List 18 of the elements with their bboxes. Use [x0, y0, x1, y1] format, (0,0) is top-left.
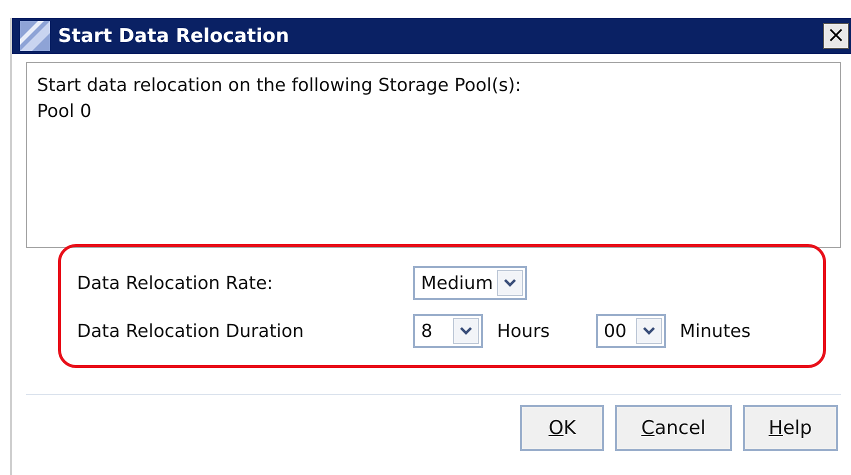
- chevron-down-icon: [642, 326, 655, 336]
- dialog-button[interactable]: OK: [520, 405, 604, 451]
- chevron-down-icon: [504, 278, 516, 288]
- dropdown-field[interactable]: 8: [413, 314, 483, 348]
- close-button[interactable]: ×: [823, 23, 849, 49]
- unit-label: Hours: [497, 320, 550, 342]
- dropdown-field[interactable]: 00: [596, 314, 666, 348]
- app-icon: [20, 21, 50, 51]
- setting-label: Data Relocation Duration: [77, 320, 305, 342]
- dialog-button[interactable]: Help: [742, 405, 838, 451]
- unit-label: Minutes: [680, 320, 751, 342]
- window-title: Start Data Relocation: [58, 25, 290, 47]
- dialog-button[interactable]: Cancel: [615, 405, 732, 451]
- setting-label: Data Relocation Rate:: [77, 272, 274, 294]
- chevron-down-icon: [460, 326, 472, 336]
- message-text: Start data relocation on the following Storage Pool(s):: [37, 74, 522, 98]
- dropdown-field[interactable]: Medium: [413, 266, 527, 300]
- message-text: Pool 0: [37, 100, 92, 124]
